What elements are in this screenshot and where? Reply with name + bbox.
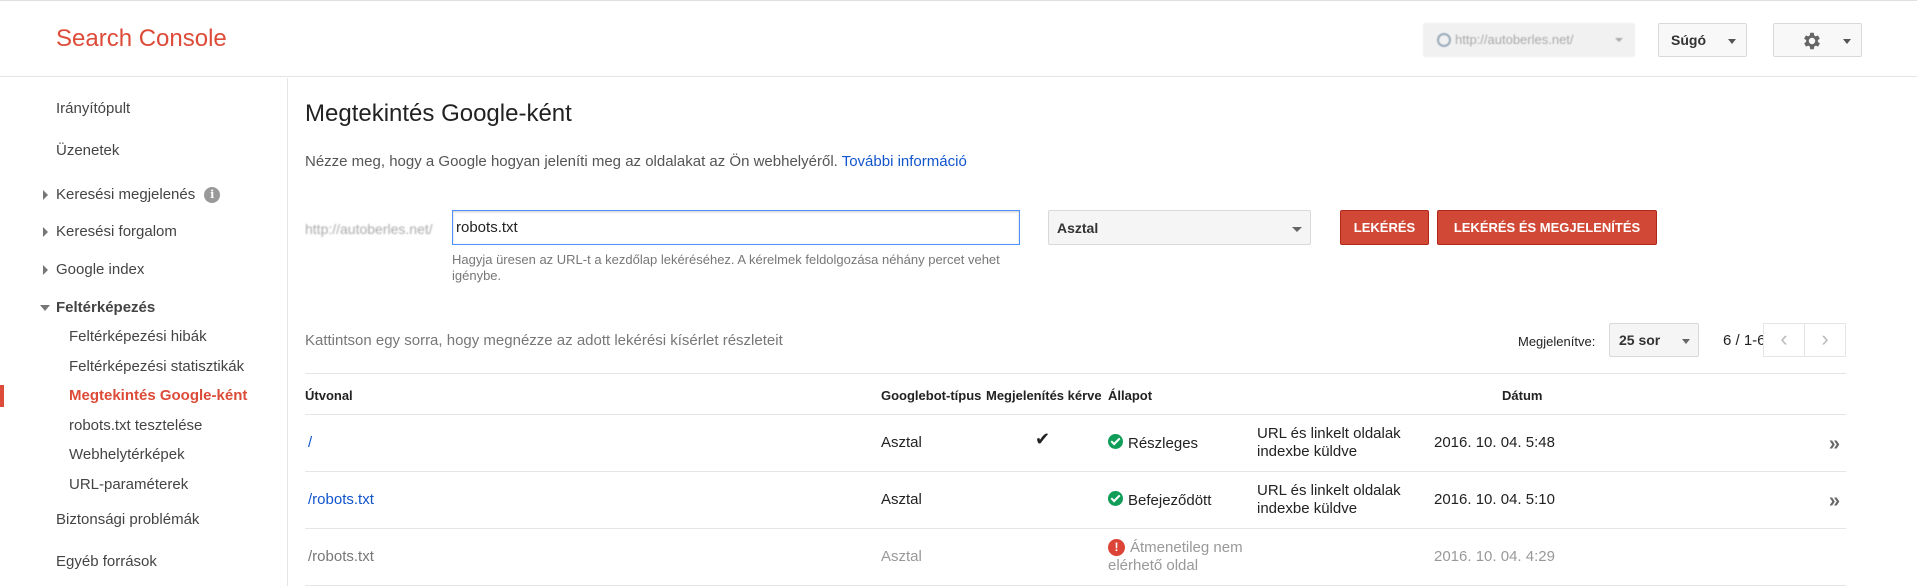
table-row[interactable]: /robots.txt Asztal Befejeződött URL és l… <box>305 472 1846 529</box>
table-row[interactable]: /robots.txt Asztal ! Átmenetileg nem elér… <box>305 529 1846 586</box>
checkmark-icon: ✔ <box>1035 429 1051 449</box>
row-status-text: Átmenetileg nem elérhető oldal <box>1108 539 1243 574</box>
more-info-link[interactable]: További információ <box>842 153 967 170</box>
row-status: Részleges <box>1108 434 1198 453</box>
chevron-right-icon: › <box>1821 326 1829 351</box>
table-header: Útvonal Googlebot-típus Megjelenítés kér… <box>305 373 1846 415</box>
row-status-text: Befejeződött <box>1128 492 1212 509</box>
row-status: Befejeződött <box>1108 491 1211 510</box>
col-header-bot: Googlebot-típus <box>881 388 982 403</box>
row-bot-type: Asztal <box>881 491 922 508</box>
device-select[interactable]: Asztal <box>1048 210 1311 245</box>
top-header: Search Console http://autoberles.net/ Sú… <box>0 0 1917 77</box>
success-icon <box>1108 434 1123 449</box>
row-submit-status: URL és linkelt oldalak indexbe küldve <box>1257 482 1401 517</box>
rows-per-page-value: 25 sor <box>1619 332 1661 348</box>
row-path[interactable]: / <box>308 434 312 452</box>
row-submit-status: URL és linkelt oldalak indexbe küldve <box>1257 425 1401 460</box>
sidebar-item-google-index[interactable]: Google index <box>43 261 145 278</box>
active-indicator <box>0 385 4 407</box>
sidebar-subitem-sitemaps[interactable]: Webhelytérképek <box>69 446 185 463</box>
fetch-history-table: Útvonal Googlebot-típus Megjelenítés kér… <box>305 373 1846 586</box>
row-bot-type: Asztal <box>881 548 922 565</box>
chevron-down-icon <box>1728 39 1736 44</box>
col-header-path: Útvonal <box>305 388 353 403</box>
sidebar-item-label: Feltérképezés <box>56 299 156 316</box>
sidebar-item-search-appearance[interactable]: Keresési megjelenés i <box>43 186 221 203</box>
prev-page-button[interactable]: ‹ <box>1763 323 1805 357</box>
chevron-down-icon <box>1615 38 1623 42</box>
info-icon[interactable]: i <box>204 187 221 203</box>
sidebar-item-messages[interactable]: Üzenetek <box>56 142 119 159</box>
search-console-logo[interactable]: Search Console <box>56 25 227 53</box>
rows-label: Megjelenítve: <box>1518 334 1596 349</box>
gear-icon <box>1804 32 1820 50</box>
row-date: 2016. 10. 04. 5:10 <box>1434 491 1555 508</box>
url-hint: Hagyja üresen az URL-t a kezdőlap lekéré… <box>452 252 1000 283</box>
chevron-left-icon: ‹ <box>1780 326 1788 351</box>
next-page-button[interactable]: › <box>1804 323 1846 357</box>
sidebar-item-security-issues[interactable]: Biztonsági problémák <box>56 511 199 528</box>
rows-per-page-select[interactable]: 25 sor <box>1609 323 1699 357</box>
sidebar-item-label: Keresési forgalom <box>56 223 177 240</box>
sidebar-subitem-url-parameters[interactable]: URL-paraméterek <box>69 476 188 493</box>
sidebar-item-crawl[interactable]: Feltérképezés <box>40 299 156 316</box>
chevron-down-icon <box>1843 39 1851 44</box>
sidebar-subitem-fetch-as-google[interactable]: Megtekintés Google-ként <box>69 387 247 404</box>
row-status: ! Átmenetileg nem elérhető oldal <box>1108 539 1258 575</box>
row-status-text: Részleges <box>1128 435 1199 452</box>
url-input[interactable] <box>452 210 1020 245</box>
fetch-and-render-button[interactable]: LEKÉRÉS ÉS MEGJELENÍTÉS <box>1437 210 1657 245</box>
sidebar-item-search-traffic[interactable]: Keresési forgalom <box>43 223 177 240</box>
table-caption: Kattintson egy sorra, hogy megnézze az a… <box>305 332 783 349</box>
double-chevron-right-icon[interactable]: » <box>1829 433 1840 456</box>
help-button[interactable]: Súgó <box>1658 23 1747 57</box>
site-url: http://autoberles.net/ <box>1455 32 1574 47</box>
success-icon <box>1108 491 1123 506</box>
sidebar-subitem-crawl-errors[interactable]: Feltérképezési hibák <box>69 328 207 345</box>
main-content: Megtekintés Google-ként Nézze meg, hogy … <box>289 78 1917 586</box>
globe-icon <box>1437 33 1451 47</box>
col-header-date: Dátum <box>1502 388 1543 403</box>
fetch-button[interactable]: LEKÉRÉS <box>1340 210 1429 245</box>
sidebar-subitem-robots-tester[interactable]: robots.txt tesztelése <box>69 417 202 434</box>
expand-arrow-icon <box>43 190 48 200</box>
sidebar-item-other-resources[interactable]: Egyéb források <box>56 553 157 570</box>
sidebar-item-label: Google index <box>56 261 145 278</box>
url-prefix: http://autoberles.net/ <box>305 221 433 237</box>
col-header-status: Állapot <box>1108 388 1153 403</box>
settings-button[interactable] <box>1773 23 1862 57</box>
sidebar-subitem-crawl-stats[interactable]: Feltérképezési statisztikák <box>69 358 244 375</box>
row-bot-type: Asztal <box>881 434 922 451</box>
error-icon: ! <box>1108 539 1125 556</box>
sidebar-item-label: Keresési megjelenés <box>56 186 196 203</box>
expand-arrow-icon <box>43 265 48 275</box>
chevron-down-icon <box>1292 227 1302 232</box>
row-date: 2016. 10. 04. 5:48 <box>1434 434 1555 451</box>
sidebar: Irányítópult Üzenetek Keresési megjelené… <box>0 78 288 586</box>
device-value: Asztal <box>1057 220 1099 236</box>
sidebar-item-dashboard[interactable]: Irányítópult <box>56 100 130 117</box>
description-text: Nézze meg, hogy a Google hogyan jeleníti… <box>305 153 842 170</box>
double-chevron-right-icon[interactable]: » <box>1829 490 1840 513</box>
chevron-down-icon <box>1682 339 1690 344</box>
col-header-render: Megjelenítés kérve <box>986 388 1102 403</box>
site-selector[interactable]: http://autoberles.net/ <box>1423 23 1635 57</box>
expand-arrow-icon <box>43 227 48 237</box>
row-date: 2016. 10. 04. 4:29 <box>1434 548 1555 565</box>
row-path: /robots.txt <box>308 548 374 565</box>
page-description: Nézze meg, hogy a Google hogyan jeleníti… <box>305 153 967 170</box>
row-path[interactable]: /robots.txt <box>308 491 374 509</box>
page-title: Megtekintés Google-ként <box>305 100 572 127</box>
help-label: Súgó <box>1671 32 1706 48</box>
collapse-arrow-icon <box>40 305 50 311</box>
table-row[interactable]: / Asztal ✔ Részleges URL és linkelt olda… <box>305 415 1846 472</box>
